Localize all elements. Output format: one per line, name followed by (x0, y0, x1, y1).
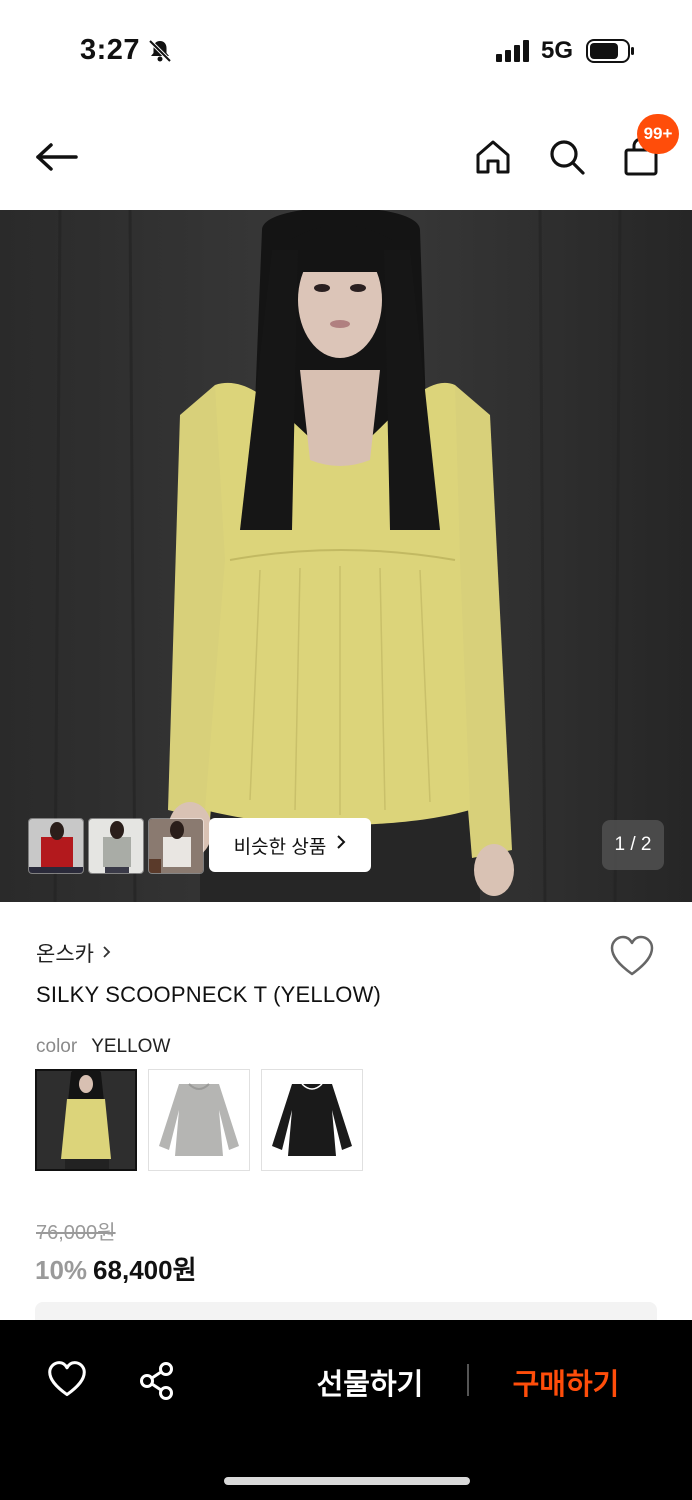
swatch-black[interactable] (261, 1069, 363, 1171)
brand-link[interactable]: 온스카 (36, 938, 111, 968)
signal-icon (496, 40, 532, 62)
color-selector-label: color YELLOW (36, 1036, 170, 1058)
thumbnail-gray[interactable] (88, 818, 144, 874)
bottom-action-bar: 선물하기 구매하기 (0, 1320, 692, 1500)
color-label: color (36, 1036, 78, 1057)
price-row: 10% 68,400원 (35, 1250, 197, 1287)
original-price: 76,000원 (36, 1222, 116, 1244)
similar-thumbnails[interactable] (28, 818, 204, 874)
buy-button[interactable]: 구매하기 (496, 1360, 636, 1404)
chevron-right-icon (102, 941, 111, 965)
divider (467, 1364, 469, 1396)
search-icon[interactable] (542, 132, 592, 182)
color-swatches (35, 1069, 363, 1171)
chevron-right-icon (336, 834, 346, 856)
discount-rate: 10% (35, 1255, 88, 1285)
network-type: 5G (541, 37, 574, 64)
home-indicator (224, 1477, 470, 1485)
gift-button[interactable]: 선물하기 (300, 1360, 440, 1404)
status-time: 3:27 (80, 34, 141, 66)
bell-muted-icon (147, 38, 173, 64)
swatch-yellow[interactable] (35, 1069, 137, 1171)
product-title: SILKY SCOOPNECK T (YELLOW) (36, 982, 382, 1007)
thumbnail-white[interactable] (148, 818, 204, 874)
sale-price: 68,400원 (93, 1255, 197, 1285)
back-arrow-icon[interactable] (30, 134, 82, 180)
home-icon[interactable] (468, 132, 518, 182)
selected-color: YELLOW (91, 1036, 171, 1057)
swatch-gray[interactable] (148, 1069, 250, 1171)
similar-products-label: 비슷한 상품 (233, 836, 327, 858)
top-navigation (0, 100, 692, 210)
brand-name: 온스카 (36, 943, 94, 966)
thumbnail-red[interactable] (28, 818, 84, 874)
share-icon[interactable] (136, 1360, 178, 1402)
heart-icon[interactable] (608, 934, 656, 980)
image-pager: 1 / 2 (602, 820, 664, 870)
cart-count-badge: 99+ (637, 114, 679, 154)
heart-icon[interactable] (46, 1360, 88, 1402)
similar-products-button[interactable]: 비슷한 상품 (209, 818, 371, 872)
status-bar: 3:27 5G (0, 0, 692, 100)
battery-icon (586, 38, 636, 64)
product-main-image[interactable] (0, 210, 692, 902)
